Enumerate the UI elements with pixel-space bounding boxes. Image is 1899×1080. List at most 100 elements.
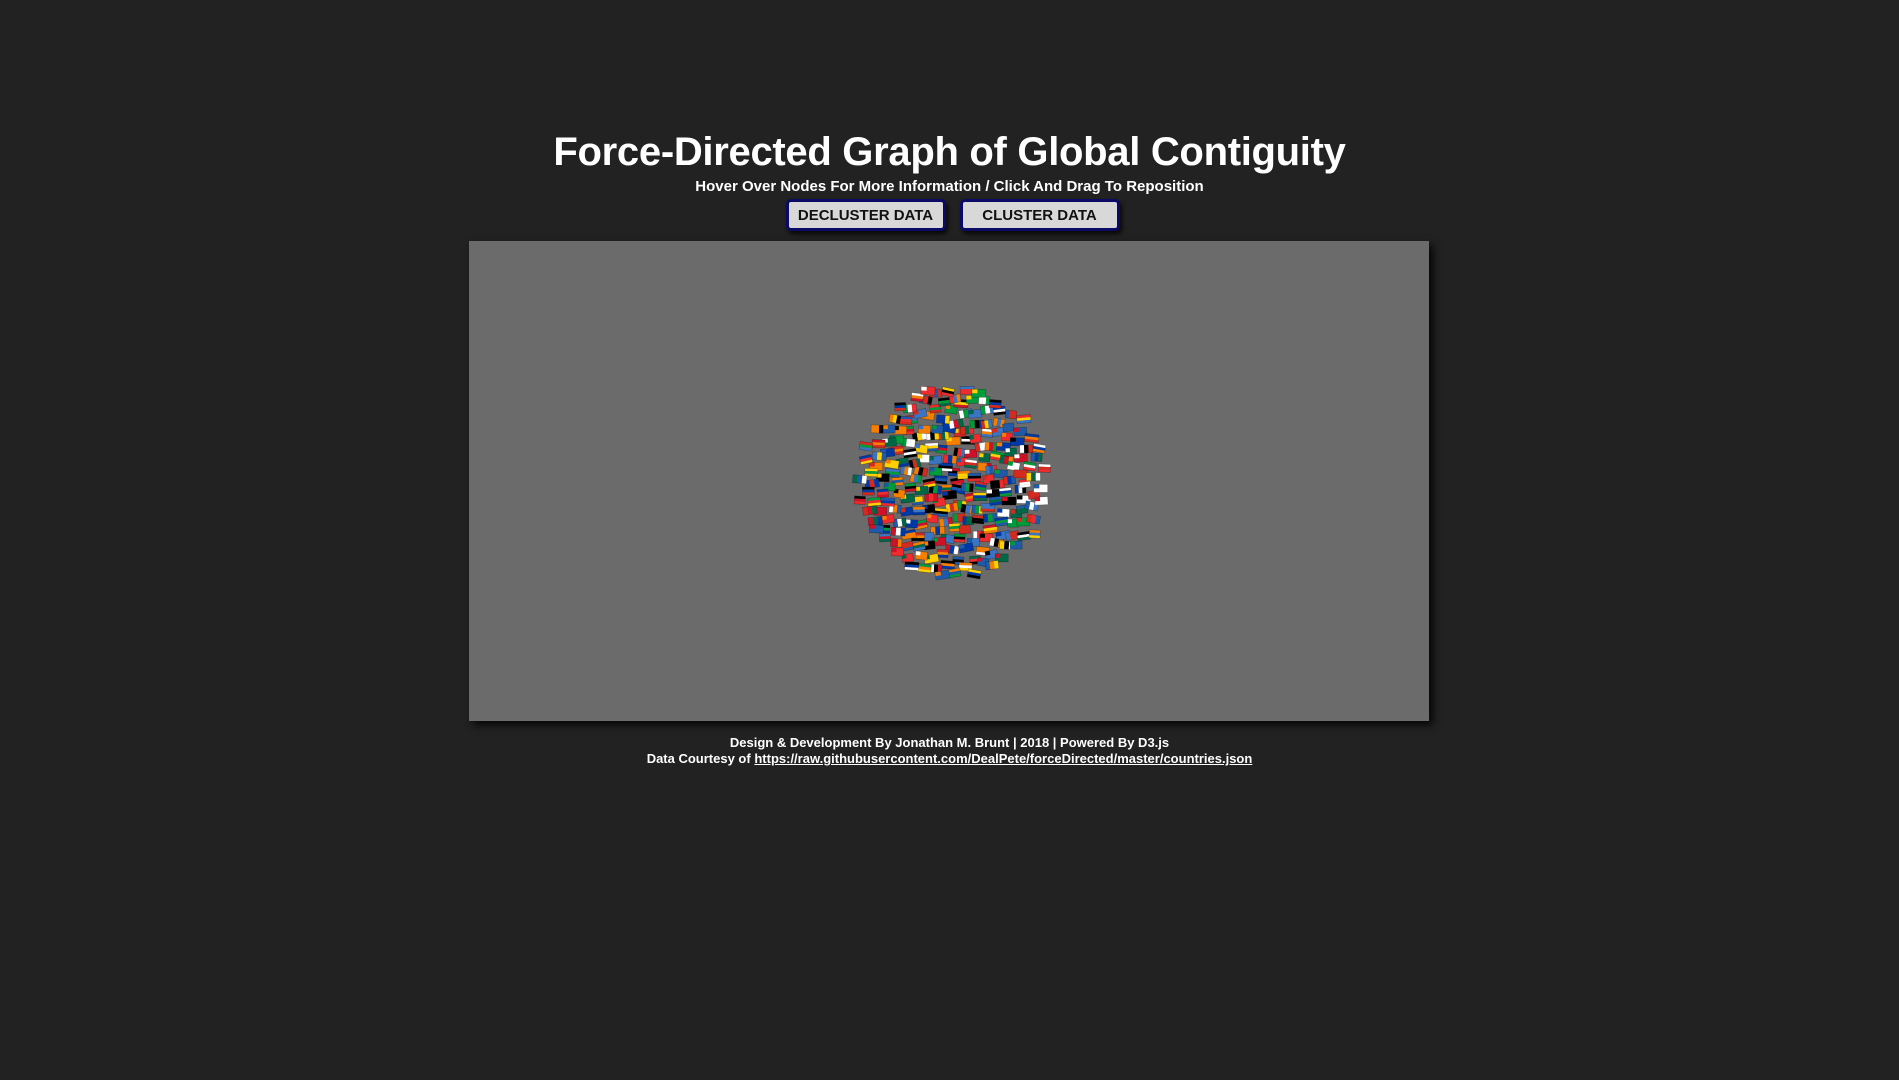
country-flag-icon[interactable] [934, 569, 951, 581]
data-source-link[interactable]: https://raw.githubusercontent.com/DealPe… [754, 751, 1252, 766]
country-flag-icon[interactable] [928, 466, 943, 477]
page: Force-Directed Graph of Global Contiguit… [0, 0, 1899, 1080]
country-flag-icon[interactable] [861, 505, 878, 516]
country-flag-icon[interactable] [963, 458, 978, 469]
country-flag-icon[interactable] [980, 419, 993, 430]
country-flag-icon[interactable] [904, 482, 917, 493]
country-flag-icon[interactable] [899, 506, 914, 517]
country-flag-icon[interactable] [958, 524, 972, 535]
country-flag-icon[interactable] [894, 402, 907, 412]
country-flag-icon[interactable] [940, 559, 956, 570]
country-flag-icon[interactable] [996, 508, 1010, 518]
country-flag-icon[interactable] [1009, 540, 1023, 550]
country-flag-icon[interactable] [1013, 469, 1029, 479]
country-flag-icon[interactable] [868, 524, 885, 534]
cluster-data-button[interactable]: CLUSTER DATA [959, 199, 1120, 231]
country-flag-icon[interactable] [890, 538, 903, 548]
country-flag-icon[interactable] [928, 455, 943, 465]
country-flag-icon[interactable] [1023, 433, 1040, 444]
country-flag-icon[interactable] [912, 506, 926, 516]
country-flag-icon[interactable] [909, 473, 923, 484]
force-graph-svg[interactable] [469, 241, 1429, 721]
country-flag-icon[interactable] [960, 482, 974, 493]
country-flag-icon[interactable] [968, 408, 983, 419]
country-flag-icon[interactable] [904, 561, 920, 571]
country-flag-icon[interactable] [1016, 414, 1032, 425]
country-flag-icon[interactable] [978, 452, 991, 463]
country-flag-icon[interactable] [899, 465, 913, 476]
country-flag-icon[interactable] [994, 516, 1010, 527]
country-flag-icon[interactable] [937, 396, 952, 407]
page-title: Force-Directed Graph of Global Contiguit… [553, 130, 1346, 174]
country-flag-icon[interactable] [942, 454, 958, 465]
country-flag-icon[interactable] [964, 449, 978, 459]
country-flag-icon[interactable] [936, 414, 951, 425]
country-flag-icon[interactable] [998, 487, 1013, 498]
country-flag-icon[interactable] [1013, 453, 1028, 463]
country-flag-icon[interactable] [1030, 452, 1043, 462]
country-flag-icon[interactable] [936, 548, 949, 559]
country-flag-icon[interactable] [852, 474, 868, 485]
country-flag-icon[interactable] [888, 413, 902, 425]
country-flag-icon[interactable] [933, 474, 948, 485]
country-flag-icon[interactable] [871, 451, 888, 462]
country-flag-icon[interactable] [1004, 409, 1018, 420]
country-flag-icon[interactable] [914, 485, 929, 496]
country-flag-icon[interactable] [882, 424, 896, 434]
country-flag-icon[interactable] [968, 433, 982, 445]
country-flag-icon[interactable] [972, 492, 988, 502]
country-flag-icon[interactable] [1002, 422, 1015, 433]
country-flag-icon[interactable] [1022, 460, 1037, 472]
country-flag-icon[interactable] [971, 388, 987, 398]
country-flag-icon[interactable] [958, 542, 975, 554]
country-flag-icon[interactable] [940, 386, 955, 398]
country-flag-icon[interactable] [861, 486, 875, 496]
country-flag-icon[interactable] [867, 496, 882, 507]
country-flag-icon[interactable] [967, 472, 982, 482]
country-flag-icon[interactable] [902, 447, 918, 459]
country-flag-icon[interactable] [904, 518, 919, 529]
country-flag-icon[interactable] [853, 495, 866, 505]
country-flag-icon[interactable] [890, 526, 906, 537]
country-flag-icon[interactable] [931, 424, 944, 434]
country-flag-icon[interactable] [953, 447, 966, 458]
country-flag-icon[interactable] [1034, 496, 1049, 506]
page-subtitle: Hover Over Nodes For More Information / … [695, 178, 1204, 195]
country-flag-icon[interactable] [1038, 463, 1051, 473]
force-graph-canvas[interactable] [469, 241, 1429, 721]
country-flag-icon[interactable] [864, 467, 879, 478]
country-flag-icon[interactable] [912, 540, 927, 552]
country-flag-icon[interactable] [988, 495, 1004, 506]
control-buttons: DECLUSTER DATA CLUSTER DATA [0, 199, 1899, 231]
country-flag-icon[interactable] [984, 441, 998, 452]
country-flag-icon[interactable] [1026, 472, 1041, 482]
country-flag-icon[interactable] [876, 488, 889, 499]
country-flag-icon[interactable] [1032, 443, 1047, 454]
graph-nodes[interactable] [852, 385, 1051, 581]
country-flag-icon[interactable] [880, 497, 896, 507]
country-flag-icon[interactable] [1028, 529, 1041, 539]
country-flag-icon[interactable] [966, 568, 982, 580]
country-flag-icon[interactable] [871, 439, 886, 449]
country-flag-icon[interactable] [914, 550, 929, 561]
country-flag-icon[interactable] [925, 513, 939, 524]
country-flag-icon[interactable] [988, 399, 1002, 409]
country-flag-icon[interactable] [917, 424, 931, 435]
country-flag-icon[interactable] [948, 522, 961, 533]
decluster-data-button[interactable]: DECLUSTER DATA [785, 199, 946, 231]
country-flag-icon[interactable] [984, 560, 1000, 571]
country-flag-icon[interactable] [878, 533, 891, 543]
country-flag-icon[interactable] [953, 533, 966, 543]
country-flag-icon[interactable] [1019, 444, 1034, 454]
country-flag-icon[interactable] [858, 441, 874, 452]
country-flag-icon[interactable] [924, 493, 939, 503]
country-flag-icon[interactable] [891, 547, 905, 557]
country-flag-icon[interactable] [1033, 484, 1049, 493]
country-flag-icon[interactable] [892, 517, 908, 528]
country-flag-icon[interactable] [920, 386, 936, 396]
country-flag-icon[interactable] [989, 479, 1006, 490]
country-flag-icon[interactable] [971, 514, 985, 525]
country-flag-icon[interactable] [1009, 437, 1025, 447]
country-flag-icon[interactable] [1001, 496, 1017, 506]
country-flag-icon[interactable] [870, 424, 884, 434]
